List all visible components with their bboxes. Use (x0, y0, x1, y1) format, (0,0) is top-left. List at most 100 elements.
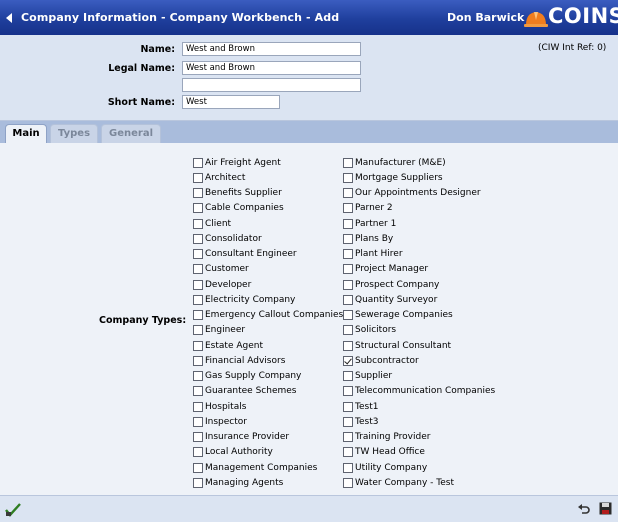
legal-name-field[interactable]: West and Brown (182, 61, 361, 75)
company-type-option[interactable]: Manufacturer (M&E) (343, 155, 495, 170)
checkbox[interactable] (193, 340, 203, 351)
checkbox[interactable] (193, 188, 203, 199)
checkbox[interactable] (343, 172, 353, 183)
checkbox[interactable] (193, 371, 203, 382)
company-type-option[interactable]: Electricity Company (193, 292, 343, 307)
company-type-option[interactable]: Client (193, 216, 343, 231)
company-type-option[interactable]: Solicitors (343, 323, 495, 338)
company-type-option[interactable]: Plant Hirer (343, 247, 495, 262)
checkbox[interactable] (193, 233, 203, 244)
checkbox[interactable] (343, 340, 353, 351)
checkbox[interactable] (193, 462, 203, 473)
company-type-option[interactable]: Quantity Surveyor (343, 292, 495, 307)
company-type-option[interactable]: Architect (193, 170, 343, 185)
name-field[interactable]: West and Brown (182, 42, 361, 56)
checkbox[interactable] (343, 233, 353, 244)
checkbox[interactable] (343, 432, 353, 443)
checkbox[interactable] (193, 172, 203, 183)
checkbox[interactable] (193, 416, 203, 427)
checkbox[interactable] (343, 203, 353, 214)
company-type-option[interactable]: Sewerage Companies (343, 308, 495, 323)
company-type-option[interactable]: Training Provider (343, 430, 495, 445)
company-type-option[interactable]: Cable Companies (193, 201, 343, 216)
checkbox[interactable] (193, 264, 203, 275)
checkbox[interactable] (193, 157, 203, 168)
company-type-option[interactable]: Prospect Company (343, 277, 495, 292)
company-type-option[interactable]: Estate Agent (193, 338, 343, 353)
company-type-option[interactable]: Developer (193, 277, 343, 292)
checkbox[interactable] (343, 188, 353, 199)
company-type-option[interactable]: Structural Consultant (343, 338, 495, 353)
company-type-option[interactable]: Air Freight Agent (193, 155, 343, 170)
checkbox[interactable] (343, 294, 353, 305)
checkbox[interactable] (343, 447, 353, 458)
company-type-option[interactable]: Gas Supply Company (193, 369, 343, 384)
checkbox[interactable] (193, 218, 203, 229)
tab-general[interactable]: General (101, 124, 161, 143)
company-type-option[interactable]: Subcontractor (343, 353, 495, 368)
company-type-option[interactable]: Partner 1 (343, 216, 495, 231)
company-type-option[interactable]: TW Head Office (343, 445, 495, 460)
company-type-option[interactable]: Guarantee Schemes (193, 384, 343, 399)
company-type-option[interactable]: Managing Agents (193, 475, 343, 490)
checkbox[interactable] (343, 401, 353, 412)
checkbox[interactable] (343, 310, 353, 321)
checkbox[interactable] (193, 432, 203, 443)
checkbox[interactable] (343, 477, 353, 488)
company-type-option[interactable]: Emergency Callout Companies (193, 308, 343, 323)
checkbox[interactable] (343, 462, 353, 473)
company-type-option[interactable]: Our Appointments Designer (343, 186, 495, 201)
checkbox[interactable] (193, 386, 203, 397)
back-arrow-icon[interactable] (6, 12, 12, 23)
checkbox[interactable] (343, 371, 353, 382)
checkbox[interactable] (193, 325, 203, 336)
company-type-option[interactable]: Mortgage Suppliers (343, 170, 495, 185)
company-type-option[interactable]: Telecommunication Companies (343, 384, 495, 399)
checkbox[interactable] (193, 447, 203, 458)
company-type-option[interactable]: Insurance Provider (193, 430, 343, 445)
checkbox[interactable] (193, 279, 203, 290)
checkmark-tool-icon[interactable] (5, 503, 21, 517)
company-type-option[interactable]: Utility Company (343, 460, 495, 475)
checkbox[interactable] (343, 249, 353, 260)
checkbox[interactable] (343, 264, 353, 275)
checkbox[interactable] (193, 294, 203, 305)
floppy-disk-icon[interactable] (599, 502, 612, 515)
undo-icon[interactable] (577, 502, 591, 516)
checkbox[interactable] (343, 355, 353, 366)
company-type-option[interactable]: Supplier (343, 369, 495, 384)
company-type-option[interactable]: Engineer (193, 323, 343, 338)
company-type-option[interactable]: Customer (193, 262, 343, 277)
checkbox[interactable] (193, 477, 203, 488)
company-type-option[interactable]: Local Authority (193, 445, 343, 460)
checkbox[interactable] (193, 355, 203, 366)
tab-types[interactable]: Types (50, 124, 98, 143)
company-type-option[interactable]: Water Company - Test (343, 475, 495, 490)
checkbox[interactable] (343, 416, 353, 427)
checkbox[interactable] (343, 279, 353, 290)
checkbox[interactable] (193, 203, 203, 214)
company-type-option[interactable]: Consolidator (193, 231, 343, 246)
checkbox[interactable] (193, 310, 203, 321)
company-type-option[interactable]: Project Manager (343, 262, 495, 277)
company-type-option[interactable]: Management Companies (193, 460, 343, 475)
hard-hat-icon (524, 12, 548, 27)
company-type-option[interactable]: Benefits Supplier (193, 186, 343, 201)
company-type-option[interactable]: Consultant Engineer (193, 247, 343, 262)
checkbox[interactable] (193, 401, 203, 412)
checkbox[interactable] (343, 386, 353, 397)
checkbox[interactable] (193, 249, 203, 260)
legal-name-line2-field[interactable] (182, 78, 361, 92)
short-name-field[interactable]: West (182, 95, 280, 109)
tab-main[interactable]: Main (5, 124, 47, 143)
company-type-option[interactable]: Plans By (343, 231, 495, 246)
company-type-option[interactable]: Inspector (193, 414, 343, 429)
checkbox[interactable] (343, 157, 353, 168)
checkbox[interactable] (343, 325, 353, 336)
company-type-option[interactable]: Test1 (343, 399, 495, 414)
checkbox[interactable] (343, 218, 353, 229)
company-type-option[interactable]: Hospitals (193, 399, 343, 414)
company-type-option[interactable]: Financial Advisors (193, 353, 343, 368)
company-type-option[interactable]: Test3 (343, 414, 495, 429)
company-type-option[interactable]: Parner 2 (343, 201, 495, 216)
